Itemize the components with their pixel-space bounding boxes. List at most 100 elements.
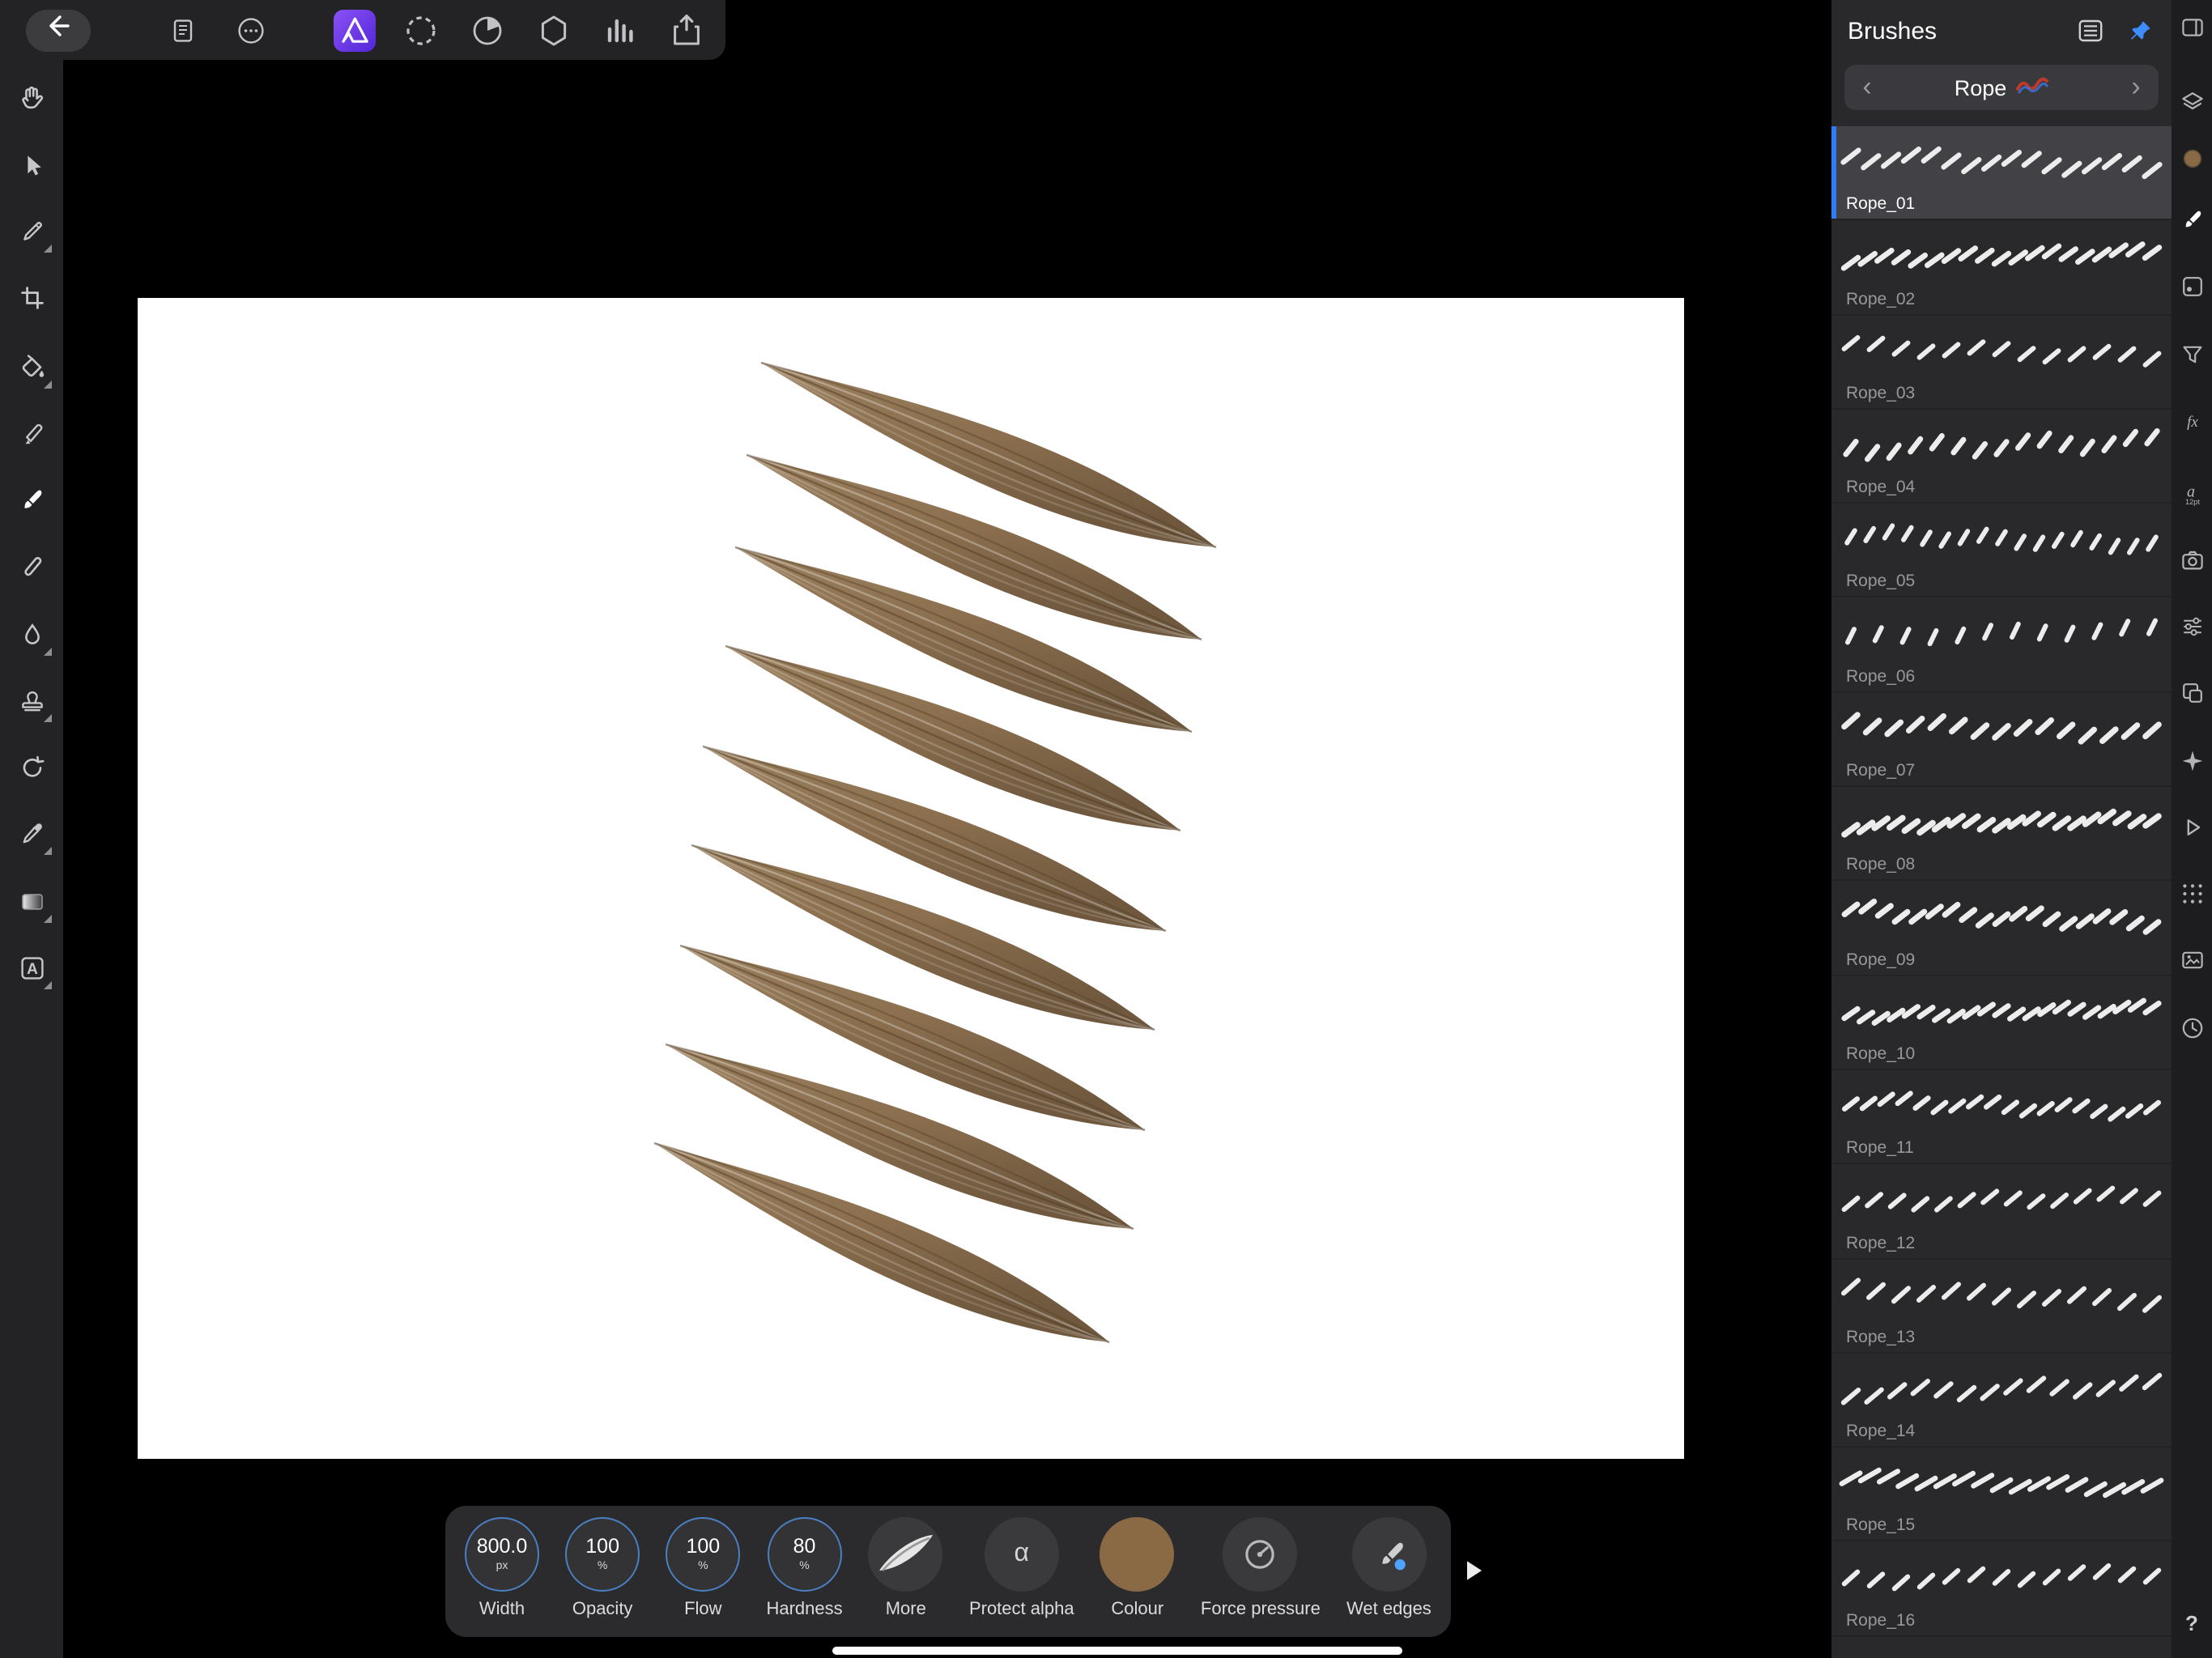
filters-icon[interactable] [2179,342,2205,368]
brush-item[interactable] [1831,1637,2172,1658]
more-options-button[interactable] [230,9,272,51]
opacity-control[interactable]: 100% Opacity [565,1517,640,1619]
colour-dot-icon[interactable] [2179,146,2205,172]
flood-fill-tool[interactable] [10,346,53,389]
opacity-control-circle: 100% [565,1517,640,1592]
force-pressure-toggle[interactable]: Force pressure [1201,1517,1321,1619]
brush-item-rope_14[interactable]: Rope_14 [1831,1354,2172,1448]
colour-swatch [1100,1517,1175,1592]
tone-mapping-persona[interactable] [599,9,641,51]
colour-button[interactable]: Colour [1100,1517,1175,1619]
brush-preview [1838,1545,2165,1618]
gradient-tool[interactable] [10,880,53,924]
svg-text:fx: fx [2186,414,2197,431]
control-value: 800.0 [476,1535,528,1558]
brushes-panel: Brushes ‹ Rope › Rope_01 Rope_02 Rope_03 Ro… [1831,0,2172,1658]
brush-item-rope_12[interactable]: Rope_12 [1831,1165,2172,1260]
grid-icon[interactable] [2179,881,2205,907]
brush-item-rope_15[interactable]: Rope_15 [1831,1448,2172,1542]
brush-item-rope_13[interactable]: Rope_13 [1831,1259,2172,1354]
width-control-circle: 800.0 px [465,1517,539,1592]
category-thumbnail-icon [2016,75,2049,100]
brush-label: Rope_14 [1846,1422,1916,1442]
category-label-text: Rope [1954,75,2007,100]
brush-label: Rope_15 [1846,1516,1916,1536]
help-button[interactable]: ? [2172,1611,2212,1635]
back-button[interactable] [26,9,91,51]
brush-item-rope_02[interactable]: Rope_02 [1831,221,2172,316]
brush-item-rope_03[interactable]: Rope_03 [1831,315,2172,410]
home-indicator[interactable] [832,1647,1402,1654]
brush-preview [1838,224,2165,297]
width-control[interactable]: 800.0 px Width [465,1517,539,1619]
more-button[interactable]: More [868,1517,943,1619]
brush-item-rope_07[interactable]: Rope_07 [1831,693,2172,788]
brush-item-rope_08[interactable]: Rope_08 [1831,787,2172,882]
photo-persona[interactable] [334,9,376,51]
stock-icon[interactable] [2179,547,2205,573]
list-view-icon[interactable] [2076,16,2105,45]
force-pressure-toggle-circle [1223,1517,1298,1592]
layers-icon[interactable] [2179,89,2205,115]
control-label: More [885,1600,926,1619]
clone-stamp-tool[interactable] [10,679,53,723]
develop-persona[interactable] [533,9,575,51]
marker-tool[interactable] [10,412,53,456]
brush-label: Rope_09 [1846,950,1916,970]
text-tool[interactable]: A [10,946,53,990]
back-arrow-icon [42,10,74,50]
control-unit: % [597,1560,608,1572]
pin-panel-icon[interactable] [2126,16,2155,45]
pastel-tool[interactable] [10,545,53,589]
svg-text:12pt: 12pt [2184,498,2199,506]
hardness-control[interactable]: 80% Hardness [766,1517,843,1619]
move-tool[interactable] [10,143,53,187]
wet-edges-toggle[interactable]: Wet edges [1346,1517,1431,1619]
flow-control[interactable]: 100% Flow [666,1517,741,1619]
expand-context-arrow[interactable] [1459,1556,1488,1585]
adjustments-icon[interactable] [2179,274,2205,300]
selections-persona[interactable] [400,9,442,51]
brush-item-rope_04[interactable]: Rope_04 [1831,410,2172,504]
panel-toggle-icon[interactable] [2179,15,2205,40]
liquify-persona[interactable] [466,9,508,51]
brush-label: Rope_03 [1846,383,1916,403]
control-label: Flow [684,1600,722,1619]
brush-item-rope_11[interactable]: Rope_11 [1831,1070,2172,1165]
brush-label: Rope_16 [1846,1610,1916,1630]
brush-preview [1838,413,2165,486]
brush-preview [1838,507,2165,580]
assistant-icon[interactable] [2179,748,2205,774]
media-icon[interactable] [2179,947,2205,973]
brush-item-rope_10[interactable]: Rope_10 [1831,976,2172,1070]
rotate-canvas-tool[interactable] [10,746,53,789]
history-icon[interactable] [2179,1015,2205,1041]
protect-alpha-toggle[interactable]: α Protect alpha [969,1517,1074,1619]
export-persona[interactable] [666,9,708,51]
crop-tool[interactable] [10,276,53,320]
brush-item-rope_01[interactable]: Rope_01 [1831,126,2172,221]
text-style-icon[interactable]: a 12pt [2179,481,2205,507]
view-tool[interactable] [10,75,53,119]
selection-brush-tool[interactable] [10,210,53,253]
brush-item-rope_05[interactable]: Rope_05 [1831,504,2172,598]
document-canvas[interactable] [138,298,1684,1459]
paint-brush-tool[interactable] [10,478,53,522]
smudge-tool[interactable] [10,613,53,657]
brushes-icon[interactable] [2179,207,2205,233]
prev-category-button[interactable]: ‹ [1844,65,1890,110]
document-manager-button[interactable] [162,9,204,51]
brush-item-rope_09[interactable]: Rope_09 [1831,882,2172,976]
play-icon[interactable] [2179,814,2205,840]
brush-item-rope_16[interactable]: Rope_16 [1831,1542,2172,1637]
top-toolbar [0,0,725,60]
colour-picker-tool[interactable] [10,812,53,856]
next-category-button[interactable]: › [2113,65,2159,110]
channels-icon[interactable] [2179,680,2205,706]
sliders-icon[interactable] [2179,614,2205,640]
brush-item-rope_06[interactable]: Rope_06 [1831,598,2172,693]
fx-icon[interactable]: fx [2179,408,2205,434]
hardness-control-circle: 80% [767,1517,842,1592]
category-label[interactable]: Rope [1890,75,2113,100]
control-label: Width [479,1600,525,1619]
